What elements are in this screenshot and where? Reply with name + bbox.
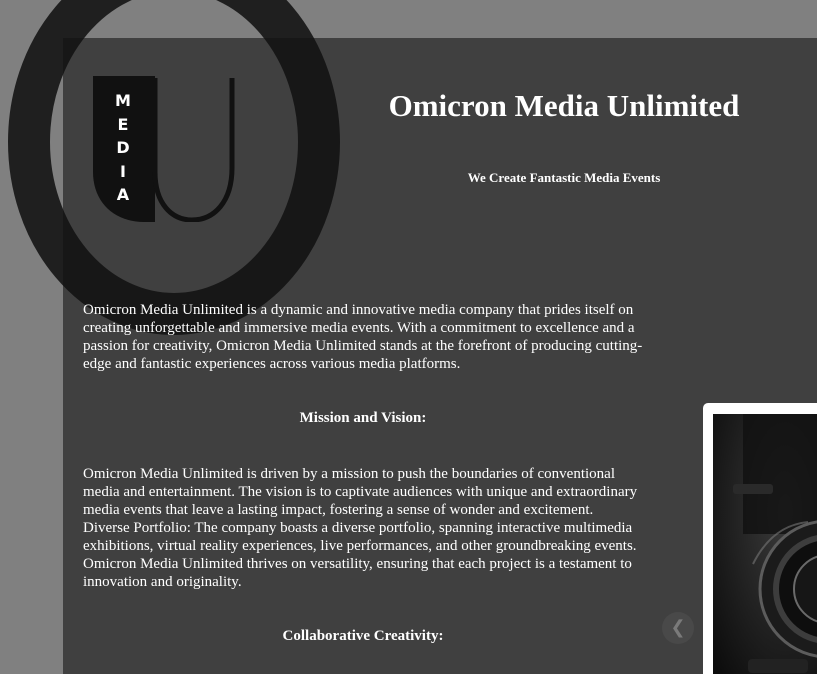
site-title: Omicron Media Unlimited bbox=[388, 88, 740, 123]
tagline: We Create Fantastic Media Events bbox=[467, 170, 661, 185]
mission-paragraph: Omicron Media Unlimited is driven by a m… bbox=[83, 466, 638, 590]
logo-letter: I bbox=[120, 161, 126, 181]
chevron-left-icon: ❮ bbox=[670, 617, 686, 638]
logo-letter: A bbox=[116, 185, 130, 204]
main-content: Omicron Media Unlimited is a dynamic and… bbox=[83, 301, 643, 645]
page: M E D I A Omicron Media Unlimited We Cre… bbox=[0, 0, 817, 674]
logo-letter: M bbox=[115, 91, 131, 110]
slider-prev-button[interactable]: ❮ bbox=[662, 612, 694, 644]
logo-letter: E bbox=[117, 114, 129, 134]
mission-heading: Mission and Vision: bbox=[299, 410, 427, 426]
logo-letter: D bbox=[116, 138, 130, 157]
intro-paragraph: Omicron Media Unlimited is a dynamic and… bbox=[83, 302, 643, 372]
collaborative-heading: Collaborative Creativity: bbox=[282, 628, 444, 644]
logo-letters: M E D I A bbox=[93, 89, 153, 207]
slider-image bbox=[713, 414, 817, 674]
camera-photo bbox=[713, 414, 817, 674]
